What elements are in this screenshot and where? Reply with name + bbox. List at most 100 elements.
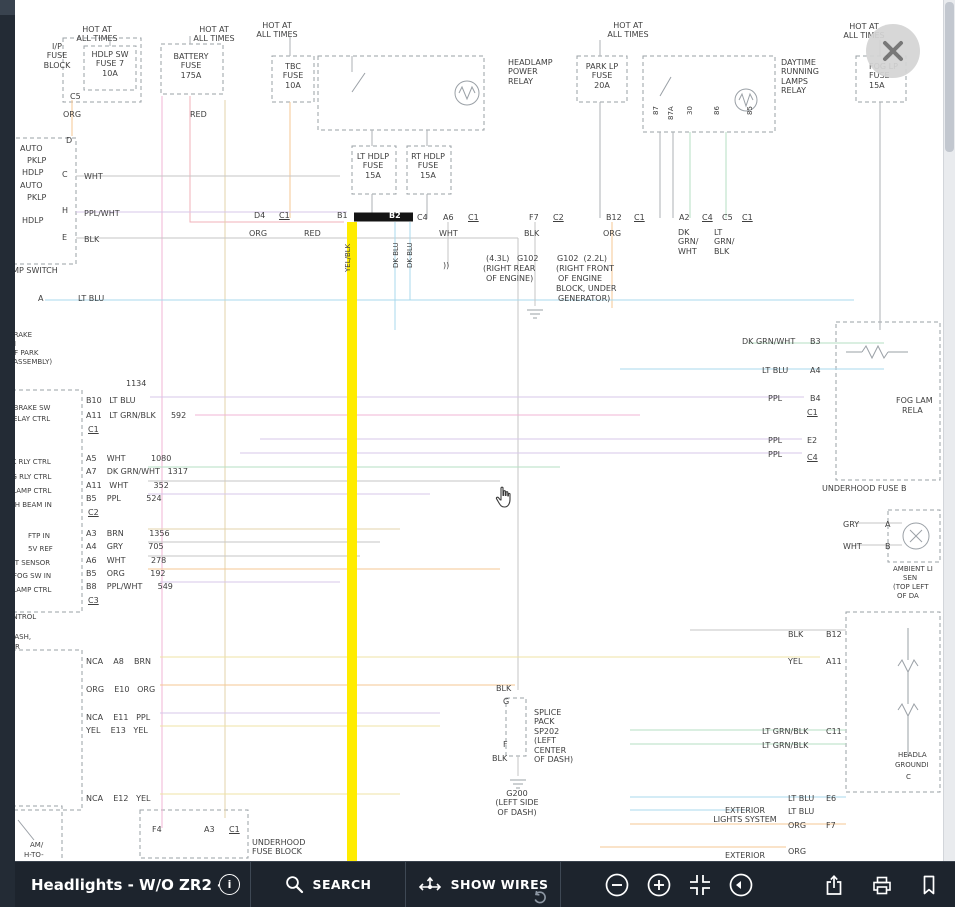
diagram-label: AUTO <box>20 181 43 190</box>
diagram-label: B12 <box>826 630 842 639</box>
diagram-label: ORG E10 ORG <box>86 685 155 694</box>
vertical-scrollbar[interactable] <box>943 0 955 861</box>
diagram-label: A4 <box>810 366 821 375</box>
reset-view-button[interactable] <box>727 871 755 899</box>
print-button[interactable] <box>871 874 893 896</box>
diagram-label: DK GRN/ WHT <box>678 228 698 256</box>
diagram-label: RED <box>190 110 207 119</box>
diagram-label: BLK <box>492 754 507 763</box>
print-icon <box>871 874 893 896</box>
diagram-label: ORG <box>603 229 621 238</box>
diagram-label: TBC FUSE 10A <box>283 62 304 90</box>
diagram-label: G <box>503 697 509 706</box>
diagram-label: H-TO- <box>24 851 44 859</box>
diagram-label: C4 <box>807 453 818 462</box>
diagram-label: HOT AT ALL TIMES <box>607 21 648 40</box>
diagram-label: 30 <box>686 106 694 115</box>
show-wires-button[interactable]: SHOW WIRES <box>406 862 560 907</box>
zoom-out-icon <box>603 871 631 899</box>
diagram-label-layer: HOT AT ALL TIMES HOT AT ALL TIMES HOT AT A… <box>0 0 955 907</box>
diagram-label: NCA E12 YEL <box>86 794 150 803</box>
diagram-label: C4 <box>702 213 713 222</box>
diagram-label: 85 <box>746 106 754 115</box>
diagram-label: C2 <box>553 213 564 222</box>
diagram-label: AM/ <box>30 841 43 849</box>
bookmark-button[interactable] <box>919 874 939 896</box>
diagram-label: G102 <box>517 254 538 263</box>
diagram-label: D4 <box>254 211 265 220</box>
diagram-label: A3 <box>204 825 215 834</box>
close-icon <box>878 36 908 66</box>
diagram-label: C4 <box>417 213 428 222</box>
document-actions <box>823 862 955 907</box>
diagram-label: A11 LT GRN/BLK 592 <box>86 411 186 420</box>
diagram-label: DK BLU <box>406 242 414 268</box>
diagram-label: 1134 <box>126 379 146 388</box>
diagram-label: A <box>38 294 43 303</box>
diagram-label: NCA A8 BRN <box>86 657 151 666</box>
zoom-in-button[interactable] <box>645 871 673 899</box>
diagram-label: UNDERHOOD FUSE B <box>822 484 907 493</box>
diagram-label: LT BLU <box>788 807 814 816</box>
diagram-label: B8 PPL/WHT 549 <box>86 582 173 591</box>
diagram-label: F7 <box>826 821 836 830</box>
diagram-label: RT HDLP FUSE 15A <box>411 152 445 180</box>
undo-highlight-icon[interactable] <box>533 889 548 908</box>
diagram-label: DK GRN/WHT <box>742 337 795 346</box>
diagram-label: ORG <box>249 229 267 238</box>
diagram-label: (TOP LEFT <box>893 583 928 591</box>
export-button[interactable] <box>823 874 845 896</box>
diagram-title: Headlights - W/O ZR2 - P... <box>31 876 219 894</box>
diagram-label: B5 ORG 192 <box>86 569 166 578</box>
diagram-label: YEL <box>788 657 802 666</box>
scrollbar-thumb[interactable] <box>945 2 954 152</box>
zoom-controls <box>561 862 796 907</box>
diagram-label: C5 <box>70 92 81 101</box>
diagram-label: DAYTIME RUNNING LAMPS RELAY <box>781 58 819 96</box>
diagram-label: BLK <box>788 630 803 639</box>
diagram-label: LT GRN/BLK <box>762 727 808 736</box>
diagram-label: LT BLU <box>762 366 788 375</box>
info-icon[interactable]: i <box>219 874 240 895</box>
diagram-label: PKLP <box>27 156 46 165</box>
diagram-label: PARK LP FUSE 20A <box>586 62 618 90</box>
fit-to-screen-button[interactable] <box>687 872 713 898</box>
diagram-label: YEL E13 YEL <box>86 726 148 735</box>
diagram-label: LT BLU <box>788 794 814 803</box>
diagram-label: E <box>62 233 67 242</box>
diagram-label: 87A <box>667 106 675 120</box>
diagram-label: B4 <box>810 394 821 403</box>
diagram-label: HOT AT ALL TIMES <box>76 25 117 44</box>
diagram-label: BATTERY FUSE 175A <box>174 52 209 80</box>
wiring-diagram-canvas[interactable]: HOT AT ALL TIMES HOT AT ALL TIMES HOT AT A… <box>0 0 955 907</box>
diagram-label: FOG LAM <box>896 396 933 405</box>
diagram-label: ORG <box>788 847 806 856</box>
diagram-label: LT HDLP FUSE 15A <box>357 152 389 180</box>
diagram-label: WHT <box>843 542 862 551</box>
diagram-label: SEN <box>903 574 917 582</box>
zoom-out-button[interactable] <box>603 871 631 899</box>
diagram-label: EXTERIOR LIGHTS SYSTEM <box>713 806 776 825</box>
diagram-label: C1 <box>279 211 290 220</box>
diagram-label: BLOCK, UNDER <box>556 284 617 293</box>
diagram-label: GROUNDI <box>895 761 929 769</box>
search-label: SEARCH <box>313 877 372 892</box>
diagram-title-section[interactable]: Headlights - W/O ZR2 - P... i <box>15 862 250 907</box>
left-edge-panel <box>0 0 15 907</box>
close-button[interactable] <box>866 24 920 78</box>
diagram-label: B2 <box>389 211 401 220</box>
diagram-label: B5 PPL 524 <box>86 494 162 503</box>
diagram-label: D <box>66 136 72 145</box>
diagram-label: HDLP <box>22 168 43 177</box>
search-button[interactable]: SEARCH <box>251 862 405 907</box>
diagram-label: RELA <box>902 406 923 415</box>
diagram-label: F4 <box>152 825 162 834</box>
diagram-label: B1 <box>337 211 348 220</box>
diagram-label: A4 GRY 705 <box>86 542 164 551</box>
diagram-label: C1 <box>742 213 753 222</box>
diagram-label: UNDERHOOD FUSE BLOCK <box>252 838 305 857</box>
diagram-label: C3 <box>88 596 99 605</box>
diagram-label: HOT AT ALL TIMES <box>193 25 234 44</box>
diagram-label: OF ENGINE) <box>486 274 533 283</box>
diagram-label: C11 <box>826 727 842 736</box>
